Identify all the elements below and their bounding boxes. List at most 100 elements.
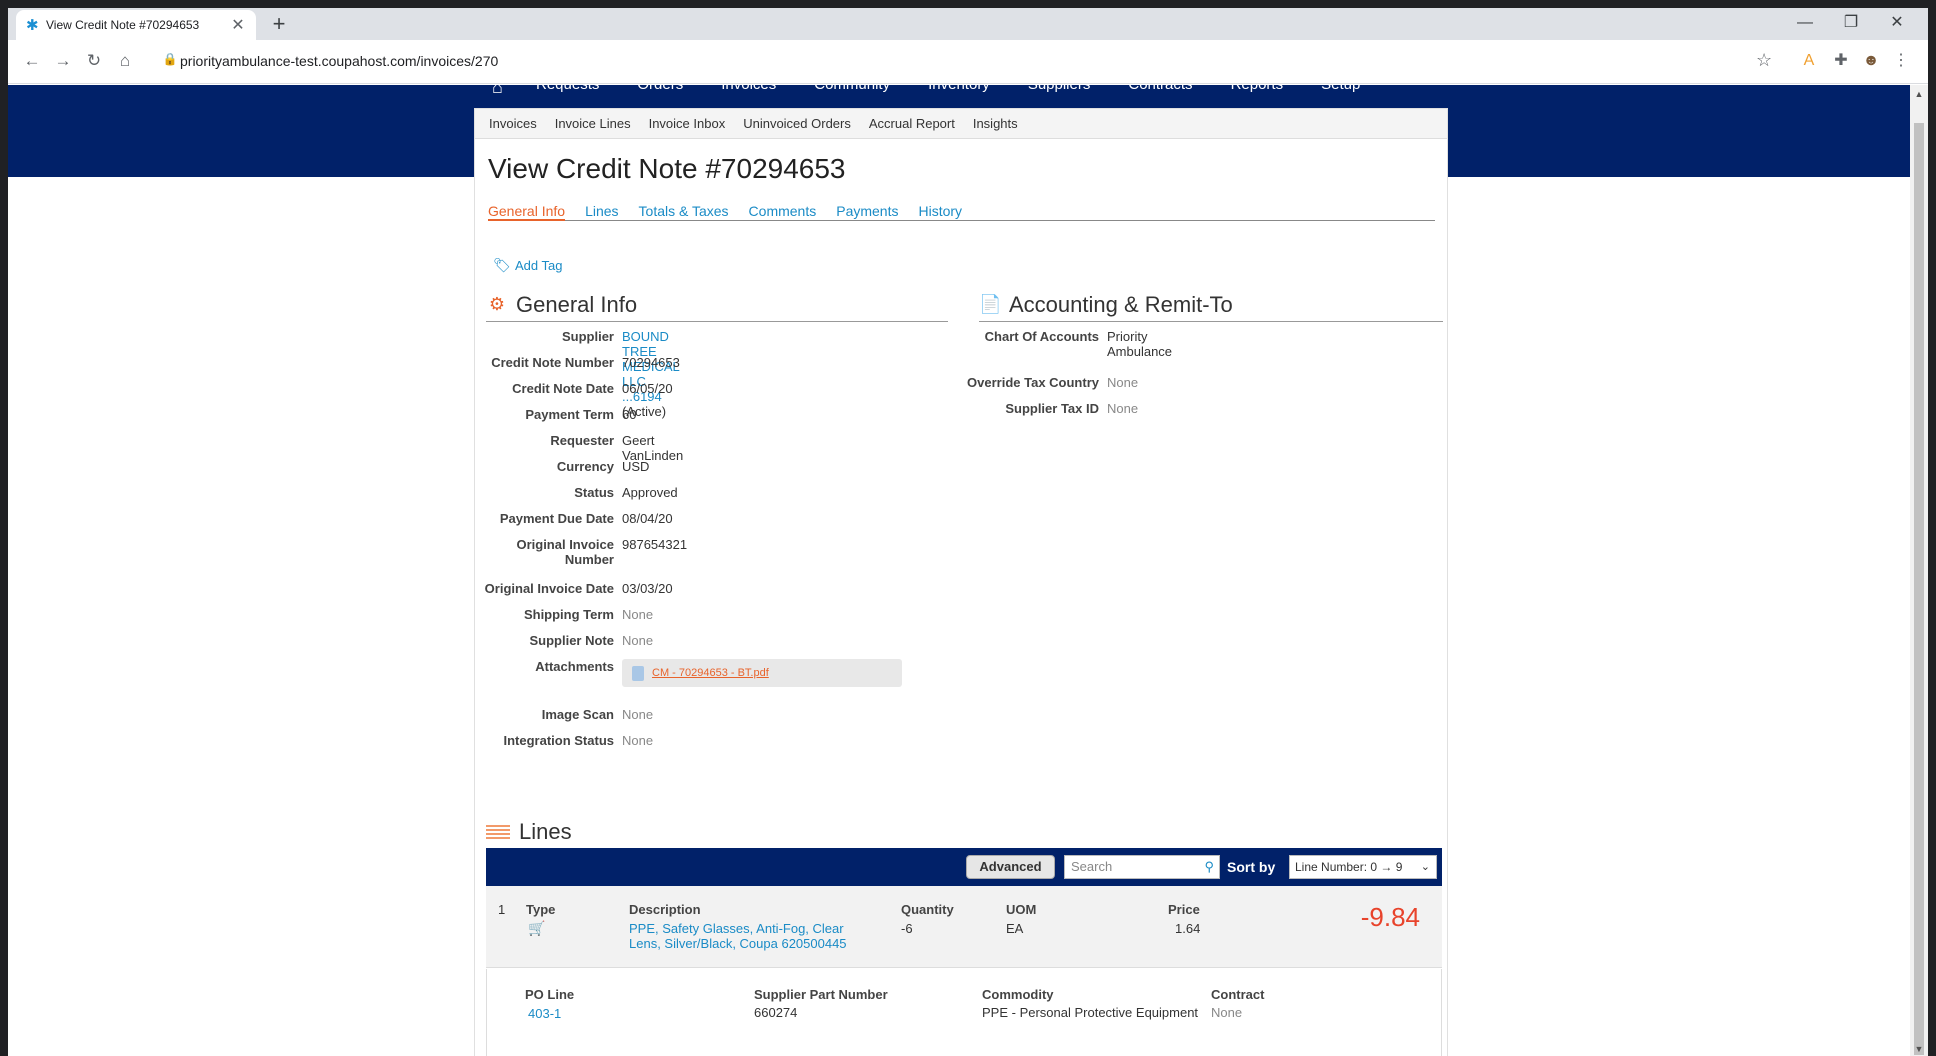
search-placeholder: Search [1071, 859, 1113, 874]
requester-label: Requester [550, 433, 614, 448]
tab-lines[interactable]: Lines [585, 203, 618, 221]
scroll-down-icon[interactable]: ▼ [1910, 1044, 1928, 1054]
sort-select[interactable]: Line Number: 0 → 9 ⌄ [1289, 855, 1437, 879]
price-label: Price [1168, 902, 1200, 917]
override-tax-country-value: None [1107, 375, 1139, 390]
scroll-up-icon[interactable]: ▲ [1910, 89, 1928, 99]
tab-history[interactable]: History [918, 203, 962, 221]
section-tabs: General Info Lines Totals & Taxes Commen… [488, 203, 1435, 221]
tab-comments[interactable]: Comments [749, 203, 817, 221]
lock-icon[interactable]: 🔒 [162, 52, 178, 70]
supplier-value: BOUND TREE MEDICAL LLC ...6194 (Active) [622, 329, 679, 419]
advanced-button[interactable]: Advanced [966, 855, 1055, 879]
integration-status-label: Integration Status [503, 733, 614, 748]
po-line-link[interactable]: 403-1 [528, 1006, 561, 1021]
search-input[interactable]: Search ⚲ [1064, 855, 1220, 879]
close-tab-icon[interactable]: ✕ [230, 15, 246, 35]
original-invoice-number-value: 987654321 [622, 537, 688, 552]
shipping-term-value: None [622, 607, 654, 622]
file-icon [632, 665, 644, 681]
page-scrollbar[interactable]: ▲ ▼ [1910, 85, 1928, 1056]
scroll-thumb[interactable] [1914, 123, 1924, 1055]
attachment-link[interactable]: CM - 70294653 - BT.pdf [652, 667, 769, 679]
original-invoice-number-label: Original Invoice Number [314, 537, 614, 567]
credit-note-date-label: Credit Note Date [512, 381, 614, 396]
supplier-tax-id-value: None [1107, 401, 1139, 416]
nav-suppliers[interactable]: Suppliers [1028, 85, 1091, 99]
line-total: -9.84 [1360, 902, 1420, 932]
subnav-invoice-lines[interactable]: Invoice Lines [555, 116, 631, 131]
close-window-button[interactable]: ✕ [1874, 8, 1920, 40]
tab-general-info[interactable]: General Info [488, 203, 566, 221]
subnav-insights[interactable]: Insights [973, 116, 1018, 131]
po-line-label: PO Line [525, 987, 575, 1002]
label-line-2: Number [564, 552, 614, 567]
add-tag-link[interactable]: 🏷 Add Tag [493, 257, 562, 274]
cart-icon: 🛒 [528, 920, 546, 936]
search-icon[interactable]: ⚲ [1204, 856, 1214, 878]
currency-value: USD [622, 459, 650, 474]
contract-label: Contract [1211, 987, 1265, 1002]
image-scan-label: Image Scan [541, 707, 614, 722]
reload-icon[interactable]: ↻ [82, 50, 106, 74]
quantity-value: -6 [901, 921, 913, 936]
general-info-title: General Info [516, 292, 638, 317]
new-tab-button[interactable]: + [266, 12, 292, 38]
commodity-value: PPE - Personal Protective Equipment [982, 1005, 1199, 1020]
home-icon[interactable]: ⌂ [113, 50, 137, 74]
tab-totals-taxes[interactable]: Totals & Taxes [639, 203, 729, 221]
accounting-title: Accounting & Remit-To [1009, 292, 1233, 317]
subnav-invoices[interactable]: Invoices [489, 116, 537, 131]
description-line-1[interactable]: PPE, Safety Glasses, Anti-Fog, Clear [629, 921, 844, 936]
image-scan-value: None [622, 707, 654, 722]
home-nav-icon[interactable]: ⌂ [492, 85, 503, 98]
extension-icon[interactable]: A [1798, 50, 1820, 72]
lines-title: Lines [519, 819, 572, 844]
accounting-header: 📄 Accounting & Remit-To [979, 293, 1443, 322]
nav-inventory[interactable]: Inventory [928, 85, 990, 99]
quantity-label: Quantity [901, 902, 954, 917]
line-number: 1 [498, 902, 506, 917]
tab-payments[interactable]: Payments [836, 203, 898, 221]
minimize-button[interactable]: — [1782, 8, 1828, 40]
browser-window: ✱ View Credit Note #70294653 ✕ + — ❐ ✕ ←… [8, 8, 1928, 1056]
coupa-favicon-icon: ✱ [26, 17, 39, 34]
line-detail: PO Line 403-1 Supplier Part Number 66027… [486, 969, 1442, 1056]
add-tag-label: Add Tag [515, 258, 563, 273]
tab-strip: ✱ View Credit Note #70294653 ✕ + — ❐ ✕ [8, 8, 1928, 40]
profile-avatar-icon[interactable]: ☻ [1860, 50, 1882, 72]
attachments-label: Attachments [535, 659, 614, 674]
subnav-accrual-report[interactable]: Accrual Report [869, 116, 955, 131]
main-content: Invoices Invoice Lines Invoice Inbox Uni… [474, 108, 1448, 1056]
subnav-uninvoiced-orders[interactable]: Uninvoiced Orders [743, 116, 851, 131]
description-line-2[interactable]: Lens, Silver/Black, Coupa 620500445 [629, 936, 847, 951]
menu-kebab-icon[interactable]: ⋮ [1890, 50, 1912, 72]
supplier-tax-id-label: Supplier Tax ID [1005, 401, 1099, 416]
nav-invoices[interactable]: Invoices [721, 85, 776, 99]
uom-value: EA [1006, 921, 1024, 936]
commodity-label: Commodity [982, 987, 1054, 1002]
nav-orders[interactable]: Orders [637, 85, 683, 99]
nav-setup[interactable]: Setup [1321, 85, 1360, 99]
address-bar[interactable]: priorityambulance-test.coupahost.com/inv… [180, 53, 498, 69]
nav-reports[interactable]: Reports [1231, 85, 1284, 99]
sort-by-label: Sort by [1227, 859, 1276, 875]
label-line-1: Original Invoice [516, 537, 614, 552]
nav-contracts[interactable]: Contracts [1128, 85, 1192, 99]
subnav-invoice-inbox[interactable]: Invoice Inbox [649, 116, 726, 131]
nav-community[interactable]: Community [814, 85, 890, 99]
integration-status-value: None [622, 733, 654, 748]
bookmark-star-icon[interactable]: ☆ [1756, 50, 1772, 71]
supplier-note-label: Supplier Note [529, 633, 614, 648]
back-icon[interactable]: ← [20, 50, 44, 74]
lines-icon [486, 825, 510, 839]
browser-tab[interactable]: ✱ View Credit Note #70294653 ✕ [16, 10, 256, 40]
nav-requests[interactable]: Requests [536, 85, 599, 99]
restore-button[interactable]: ❐ [1828, 8, 1874, 40]
type-label: Type [526, 902, 556, 917]
price-value: 1.64 [1175, 921, 1201, 936]
puzzle-icon[interactable]: ✚ [1830, 50, 1852, 72]
tab-title: View Credit Note #70294653 [46, 18, 200, 32]
document-icon: 📄 [979, 294, 1002, 314]
forward-icon[interactable]: → [51, 50, 75, 74]
